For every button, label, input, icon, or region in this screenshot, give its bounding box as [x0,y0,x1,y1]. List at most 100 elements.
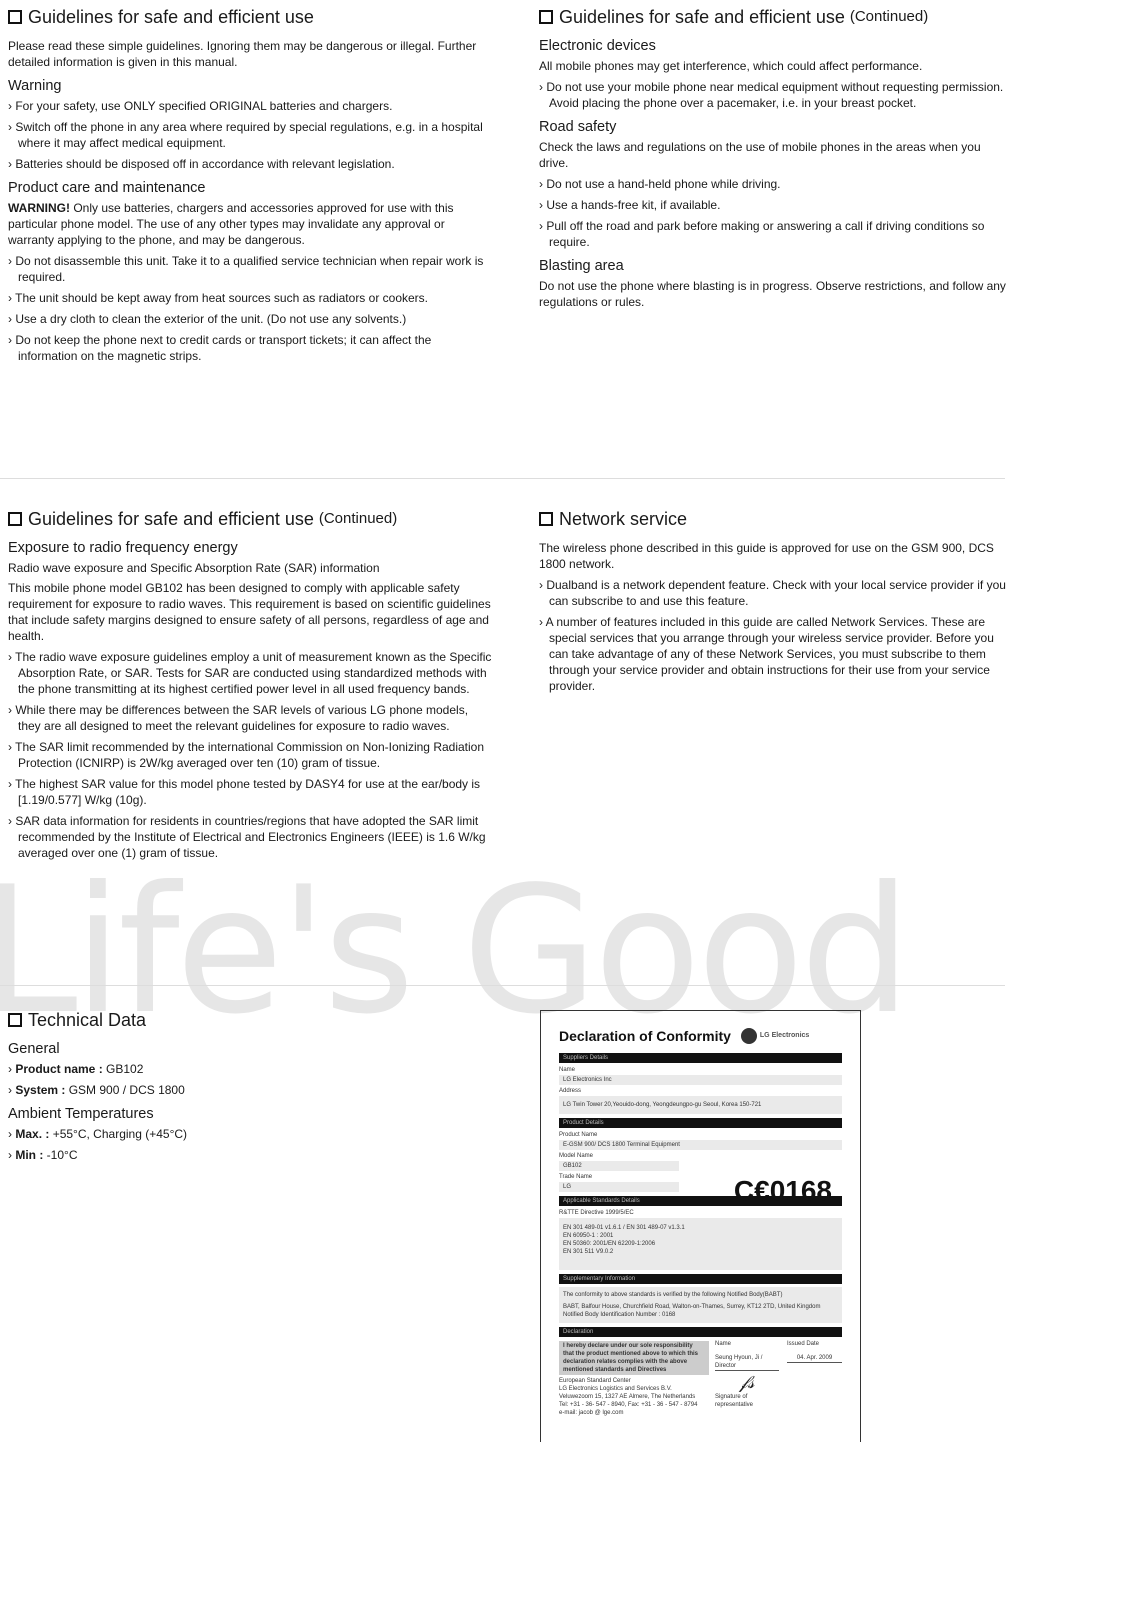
section-title: Guidelines for safe and efficient use [559,7,845,27]
standard: EN 301 489-01 v1.6.1 / EN 301 489-07 v1.… [563,1225,685,1231]
list-item: SAR data information for residents in co… [8,813,493,861]
text: BABT, Balfour House, Churchfield Road, W… [563,1304,821,1310]
continued-label: (Continued) [318,510,398,527]
list-item: The highest SAR value for this model pho… [8,776,493,808]
warning-label: WARNING! [8,201,70,215]
label: Name [559,1067,576,1073]
list-item: Do not use a hand-held phone while drivi… [539,176,1009,192]
lg-logo: LG Electronics [740,1027,810,1045]
label: Signature of representative [715,1394,754,1408]
section-bar: Supplementary Information [559,1274,842,1284]
supplementary: The conformity to above standards is ver… [559,1287,842,1323]
text: The conformity to above standards is ver… [563,1292,783,1298]
care-text: WARNING! Only use batteries, chargers an… [8,200,493,248]
fold-line [0,985,1005,986]
product-name: Product name : GB102 [8,1061,493,1077]
fold-line [0,478,1005,479]
checkbox-icon [8,10,22,24]
esc-line: LG Electronics Logistics and Services B.… [559,1386,672,1392]
standards-list: EN 301 489-01 v1.6.1 / EN 301 489-07 v1.… [559,1218,842,1270]
heading: Electronic devices [539,38,656,54]
value: LG Electronics Inc [559,1075,842,1085]
label: Min : [15,1148,44,1162]
label: Max. : [15,1127,50,1141]
section-bar: Product Details [559,1118,842,1128]
esc-line: Tel: +31 - 36- 547 - 8940, Fax: +31 - 36… [559,1402,698,1408]
checkbox-icon [539,512,553,526]
logo-text: LG Electronics [759,1032,810,1039]
standard: EN 50360: 2001/EN 62209-1:2006 [563,1241,656,1247]
list-item: A number of features included in this gu… [539,614,1009,694]
label: Issued Date [787,1341,820,1347]
list-item: Use a hands-free kit, if available. [539,197,1009,213]
list-item: Do not disassemble this unit. Take it to… [8,253,493,285]
esc-line: Veluwezoom 15, 1327 AE Almere, The Nethe… [559,1394,696,1400]
checkbox-icon [8,1013,22,1027]
label: Product Name [559,1132,598,1138]
value: +55°C, Charging (+45°C) [49,1127,188,1141]
heading: Blasting area [539,258,624,274]
max-temp: Max. : +55°C, Charging (+45°C) [8,1126,493,1142]
list-item: Do not use your mobile phone near medica… [539,79,1009,111]
esc-line: e-mail: jacob @ lge.com [559,1410,624,1416]
min-temp: Min : -10°C [8,1147,493,1163]
section-guidelines-continued: Guidelines for safe and efficient use (Co… [539,6,1009,315]
text: All mobile phones may get interference, … [539,59,923,73]
section-bar: Declaration [559,1327,842,1337]
section-title: Guidelines for safe and efficient use [28,7,314,27]
label: Address [559,1088,582,1094]
list-item: The unit should be kept away from heat s… [8,290,493,306]
subheading: Radio wave exposure and Specific Absorpt… [8,561,380,575]
standard: EN 60950-1 : 2001 [563,1233,614,1239]
section-network: Network service The wireless phone descr… [539,508,1009,699]
list-item: Switch off the phone in any area where r… [8,119,493,151]
list-item: The SAR limit recommended by the interna… [8,739,493,771]
section-sar: Guidelines for safe and efficient use (Co… [8,508,493,866]
value: GSM 900 / DCS 1800 [65,1083,185,1097]
heading: Ambient Temperatures [8,1106,154,1122]
section-title: Network service [559,509,688,529]
value: 04. Apr. 2009 [787,1354,842,1363]
list-item: Pull off the road and park before making… [539,218,1009,250]
doc-title: Declaration of Conformity [559,1028,731,1044]
label: Model Name [559,1153,594,1159]
heading: Warning [8,78,62,94]
list-item: Do not keep the phone next to credit car… [8,332,493,364]
text: Do not use the phone where blasting is i… [539,279,1006,309]
signature: 𝒻𝓈 [739,1372,755,1392]
heading: Exposure to radio frequency energy [8,540,238,556]
section-title: Technical Data [28,1010,147,1030]
text: Check the laws and regulations on the us… [539,140,981,170]
heading: General [8,1041,60,1057]
declaration-text: I hereby declare under our sole responsi… [559,1341,709,1375]
label: Product name : [15,1062,103,1076]
value: LG [559,1182,679,1192]
lg-logo-icon [740,1028,757,1044]
section-technical-data: Technical Data General Product name : GB… [8,1009,493,1168]
list-item: Use a dry cloth to clean the exterior of… [8,311,493,327]
checkbox-icon [539,10,553,24]
ce-mark: C€0168 [733,1175,832,1206]
section-guidelines: Guidelines for safe and efficient use Pl… [8,6,493,369]
list-item: Dualband is a network dependent feature.… [539,577,1009,609]
value: GB102 [102,1062,144,1076]
list-item: While there may be differences between t… [8,702,493,734]
heading: Product care and maintenance [8,180,206,196]
text: Notified Body Identification Number : 01… [563,1312,676,1318]
list-item: Batteries should be disposed off in acco… [8,156,493,172]
standard: EN 301 511 V9.0.2 [563,1249,614,1255]
list-item: The radio wave exposure guidelines emplo… [8,649,493,697]
label: Name [715,1341,732,1347]
section-title: Guidelines for safe and efficient use [28,509,314,529]
value: LG Twin Tower 20,Yeouido-dong, Yeongdeun… [559,1096,842,1114]
declaration-body: I hereby declare under our sole responsi… [559,1340,842,1417]
checkbox-icon [8,512,22,526]
intro: Please read these simple guidelines. Ign… [8,39,477,69]
esc-line: European Standard Center [559,1378,631,1384]
heading: Road safety [539,119,617,135]
system: System : GSM 900 / DCS 1800 [8,1082,493,1098]
directive: R&TTE Directive 1999/5/EC [559,1210,634,1216]
label: System : [15,1083,66,1097]
section-bar: Suppliers Details [559,1053,842,1063]
continued-label: (Continued) [849,8,929,25]
